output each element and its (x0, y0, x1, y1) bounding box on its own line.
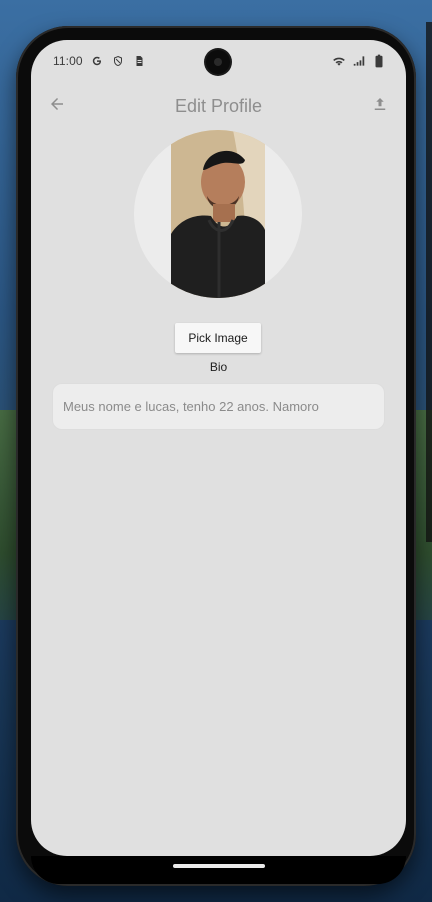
status-time: 11:00 (53, 54, 83, 68)
app-bar: Edit Profile (31, 84, 406, 128)
nav-handle[interactable] (173, 864, 265, 868)
avatar (134, 130, 302, 298)
front-camera (206, 50, 230, 74)
cell-signal-icon (352, 54, 366, 68)
profile-photo (171, 130, 265, 298)
bio-field[interactable]: Meus nome e lucas, tenho 22 anos. Namoro (52, 383, 385, 430)
vpn-shield-icon (111, 54, 125, 68)
bio-label: Bio (209, 360, 228, 374)
google-icon (90, 54, 104, 68)
battery-icon (372, 54, 386, 68)
wifi-icon (332, 54, 346, 68)
status-right (332, 54, 386, 68)
status-bar: 11:00 (31, 40, 406, 84)
wallpaper-right-panel (426, 22, 432, 542)
sim-card-icon (132, 54, 146, 68)
status-left: 11:00 (53, 54, 146, 68)
upload-button[interactable] (366, 92, 394, 120)
pick-image-button[interactable]: Pick Image (175, 323, 261, 353)
bio-text: Meus nome e lucas, tenho 22 anos. Namoro (63, 399, 319, 414)
page-title: Edit Profile (174, 96, 263, 116)
app-screen: 11:00 Edit Profile Pick Image Bio Meus n… (31, 40, 406, 856)
upload-icon (371, 95, 389, 118)
system-nav-bar (31, 856, 406, 884)
